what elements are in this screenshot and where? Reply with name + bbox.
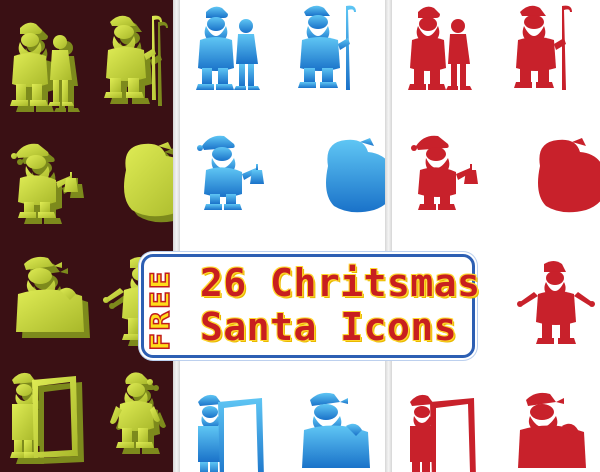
- red-santa-panel: [392, 0, 600, 472]
- santa-with-board-icon: [10, 370, 90, 470]
- santa-with-cane-icon: [510, 2, 585, 97]
- title-banner: FREE 26 Chritsmas Santa Icons: [141, 254, 480, 358]
- santa-with-lantern-icon: [410, 132, 495, 217]
- banner-title-line2: Santa Icons: [200, 305, 458, 349]
- santa-with-sack-icon: [118, 140, 173, 230]
- santa-with-lantern-icon: [196, 132, 281, 217]
- santa-with-sack-icon: [320, 136, 385, 221]
- santa-peeking-icon: [512, 390, 597, 472]
- santa-with-board-icon: [408, 392, 483, 472]
- lime-3d-santa-panel: [0, 0, 173, 472]
- santa-peeking-icon: [10, 254, 100, 344]
- santa-peeking-icon: [296, 390, 381, 472]
- santa-with-cane-icon: [100, 12, 173, 112]
- santa-with-child-icon: [194, 4, 269, 99]
- free-label: FREE: [145, 269, 177, 352]
- santa-with-lantern-icon: [10, 140, 100, 230]
- panel-divider: [173, 0, 180, 472]
- santa-arms-spread-icon: [516, 258, 600, 353]
- blue-gradient-santa-panel: [180, 0, 385, 472]
- santa-with-child-icon: [406, 4, 481, 99]
- santa-with-cane-icon: [294, 2, 369, 97]
- banner-title-line1: 26 Chritsmas: [200, 261, 481, 305]
- panel-divider: [385, 0, 392, 472]
- santa-with-board-icon: [196, 392, 271, 472]
- santa-with-sack-icon: [532, 136, 600, 221]
- santa-with-child-icon: [8, 20, 88, 115]
- santa-reading-icon: [104, 370, 173, 470]
